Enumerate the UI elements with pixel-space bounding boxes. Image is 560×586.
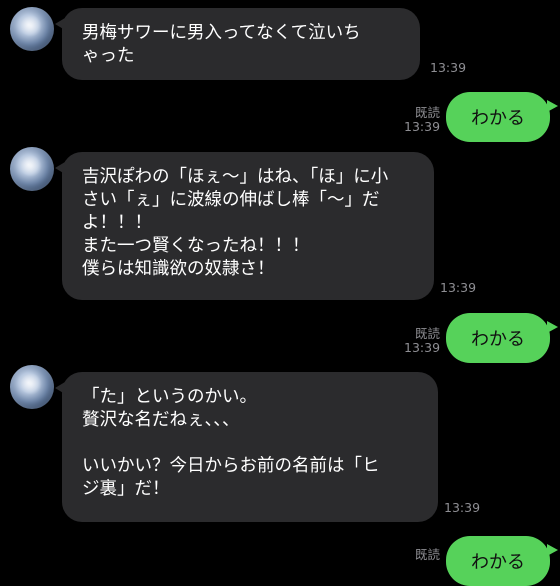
message-2-time: 13:39 (404, 119, 441, 134)
message-6-read-status: 既読 (414, 547, 440, 562)
outgoing-message-4[interactable]: わかる (446, 313, 558, 363)
sender-avatar-1[interactable] (10, 7, 54, 51)
message-5-time: 13:39 (444, 500, 481, 515)
outgoing-message-2[interactable]: わかる (446, 92, 558, 142)
incoming-message-1[interactable]: 男梅サワーに男入ってなくて泣いち ゃった (55, 8, 420, 80)
message-1-time: 13:39 (430, 60, 467, 75)
incoming-message-5[interactable]: 「た」というのかい。 贅沢な名だねぇ、、、 いいかい？今日からお前の名前は「ヒ … (55, 372, 438, 522)
sender-avatar-5[interactable] (10, 365, 54, 409)
sender-avatar-3[interactable] (10, 147, 54, 191)
incoming-message-3[interactable]: 吉沢ぽわの「ほぇ〜」はね、「ほ」に小 さい「ぇ」に波線の伸ばし棒「〜」だ よ！！… (55, 152, 434, 300)
message-4-time: 13:39 (404, 340, 441, 355)
message-3-time: 13:39 (440, 280, 477, 295)
outgoing-message-6[interactable]: わかる (446, 536, 558, 586)
